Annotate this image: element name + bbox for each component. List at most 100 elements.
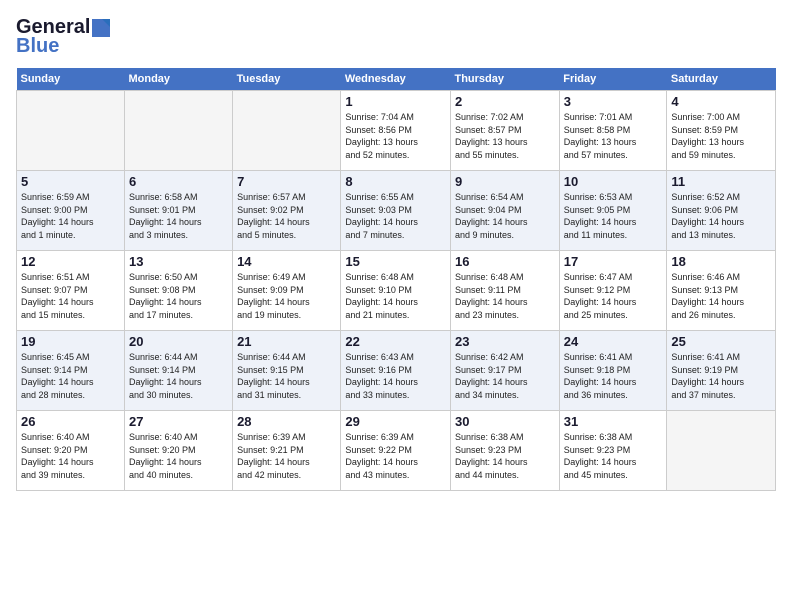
logo-blue: Blue — [16, 35, 59, 58]
weekday-row: SundayMondayTuesdayWednesdayThursdayFrid… — [17, 68, 776, 91]
calendar-cell: 24 Sunrise: 6:41 AM Sunset: 9:18 PM Dayli… — [559, 331, 667, 411]
day-info: Sunrise: 6:47 AM Sunset: 9:12 PM Dayligh… — [564, 271, 663, 321]
day-number: 16 — [455, 254, 555, 269]
day-info: Sunrise: 6:48 AM Sunset: 9:11 PM Dayligh… — [455, 271, 555, 321]
calendar-cell: 28 Sunrise: 6:39 AM Sunset: 9:21 PM Dayli… — [233, 411, 341, 491]
day-info: Sunrise: 6:51 AM Sunset: 9:07 PM Dayligh… — [21, 271, 120, 321]
day-info: Sunrise: 6:39 AM Sunset: 9:22 PM Dayligh… — [345, 431, 446, 481]
calendar-cell: 21Sunrise: 6:44 AM Sunset: 9:15 PM Dayli… — [233, 331, 341, 411]
day-info: Sunrise: 6:48 AM Sunset: 9:10 PM Dayligh… — [345, 271, 446, 321]
day-number: 28 — [237, 414, 336, 429]
day-number: 5 — [21, 174, 120, 189]
day-number: 19 — [21, 334, 120, 349]
logo-icon — [92, 19, 110, 37]
day-info: Sunrise: 6:50 AM Sunset: 9:08 PM Dayligh… — [129, 271, 228, 321]
calendar-week-row: 5Sunrise: 6:59 AM Sunset: 9:00 PM Daylig… — [17, 171, 776, 251]
calendar-week-row: 19 Sunrise: 6:45 AM Sunset: 9:14 PM Dayli… — [17, 331, 776, 411]
day-info: Sunrise: 6:44 AM Sunset: 9:14 PM Dayligh… — [129, 351, 228, 401]
day-info: Sunrise: 7:02 AM Sunset: 8:57 PM Dayligh… — [455, 111, 555, 161]
calendar-week-row: 26 Sunrise: 6:40 AM Sunset: 9:20 PM Dayli… — [17, 411, 776, 491]
day-number: 3 — [564, 94, 663, 109]
day-number: 26 — [21, 414, 120, 429]
day-number: 30 — [455, 414, 555, 429]
calendar-cell: 26Sunrise: 6:40 AM Sunset: 9:20 PM Dayli… — [17, 411, 125, 491]
weekday-header: Monday — [124, 68, 232, 91]
calendar-cell — [667, 411, 776, 491]
calendar-header: SundayMondayTuesdayWednesdayThursdayFrid… — [17, 68, 776, 91]
day-info: Sunrise: 6:58 AM Sunset: 9:01 PM Dayligh… — [129, 191, 228, 241]
calendar-cell: 6 Sunrise: 6:58 AM Sunset: 9:01 PM Daylig… — [124, 171, 232, 251]
day-number: 14 — [237, 254, 336, 269]
day-number: 23 — [455, 334, 555, 349]
calendar-cell: 22 Sunrise: 6:43 AM Sunset: 9:16 PM Dayli… — [341, 331, 451, 411]
day-number: 27 — [129, 414, 228, 429]
weekday-header: Thursday — [450, 68, 559, 91]
calendar-cell: 31 Sunrise: 6:38 AM Sunset: 9:23 PM Dayli… — [559, 411, 667, 491]
day-info: Sunrise: 6:53 AM Sunset: 9:05 PM Dayligh… — [564, 191, 663, 241]
day-number: 31 — [564, 414, 663, 429]
day-info: Sunrise: 6:44 AM Sunset: 9:15 PM Dayligh… — [237, 351, 336, 401]
calendar-cell: 14 Sunrise: 6:49 AM Sunset: 9:09 PM Dayli… — [233, 251, 341, 331]
calendar-cell: 18 Sunrise: 6:46 AM Sunset: 9:13 PM Dayli… — [667, 251, 776, 331]
calendar-cell: 3Sunrise: 7:01 AM Sunset: 8:58 PM Daylig… — [559, 91, 667, 171]
calendar-cell — [233, 91, 341, 171]
calendar-cell: 20Sunrise: 6:44 AM Sunset: 9:14 PM Dayli… — [124, 331, 232, 411]
day-number: 4 — [671, 94, 771, 109]
day-info: Sunrise: 6:52 AM Sunset: 9:06 PM Dayligh… — [671, 191, 771, 241]
calendar-cell: 2 Sunrise: 7:02 AM Sunset: 8:57 PM Daylig… — [450, 91, 559, 171]
calendar-cell — [17, 91, 125, 171]
calendar-cell: 16 Sunrise: 6:48 AM Sunset: 9:11 PM Dayli… — [450, 251, 559, 331]
day-info: Sunrise: 6:39 AM Sunset: 9:21 PM Dayligh… — [237, 431, 336, 481]
day-number: 12 — [21, 254, 120, 269]
day-info: Sunrise: 6:45 AM Sunset: 9:14 PM Dayligh… — [21, 351, 120, 401]
calendar-cell: 27 Sunrise: 6:40 AM Sunset: 9:20 PM Dayli… — [124, 411, 232, 491]
day-info: Sunrise: 6:54 AM Sunset: 9:04 PM Dayligh… — [455, 191, 555, 241]
day-info: Sunrise: 6:55 AM Sunset: 9:03 PM Dayligh… — [345, 191, 446, 241]
calendar-cell — [124, 91, 232, 171]
day-info: Sunrise: 6:42 AM Sunset: 9:17 PM Dayligh… — [455, 351, 555, 401]
day-number: 18 — [671, 254, 771, 269]
day-info: Sunrise: 6:57 AM Sunset: 9:02 PM Dayligh… — [237, 191, 336, 241]
logo: General Blue — [16, 16, 110, 58]
day-number: 13 — [129, 254, 228, 269]
day-info: Sunrise: 7:04 AM Sunset: 8:56 PM Dayligh… — [345, 111, 446, 161]
calendar-cell: 13 Sunrise: 6:50 AM Sunset: 9:08 PM Dayli… — [124, 251, 232, 331]
day-number: 6 — [129, 174, 228, 189]
day-info: Sunrise: 6:46 AM Sunset: 9:13 PM Dayligh… — [671, 271, 771, 321]
calendar-table: SundayMondayTuesdayWednesdayThursdayFrid… — [16, 68, 776, 491]
day-info: Sunrise: 6:38 AM Sunset: 9:23 PM Dayligh… — [455, 431, 555, 481]
weekday-header: Friday — [559, 68, 667, 91]
weekday-header: Sunday — [17, 68, 125, 91]
day-number: 24 — [564, 334, 663, 349]
day-info: Sunrise: 6:49 AM Sunset: 9:09 PM Dayligh… — [237, 271, 336, 321]
day-number: 9 — [455, 174, 555, 189]
calendar-cell: 30 Sunrise: 6:38 AM Sunset: 9:23 PM Dayli… — [450, 411, 559, 491]
day-number: 29 — [345, 414, 446, 429]
day-number: 7 — [237, 174, 336, 189]
day-info: Sunrise: 6:43 AM Sunset: 9:16 PM Dayligh… — [345, 351, 446, 401]
day-number: 22 — [345, 334, 446, 349]
calendar-body: 1Sunrise: 7:04 AM Sunset: 8:56 PM Daylig… — [17, 91, 776, 491]
day-number: 17 — [564, 254, 663, 269]
calendar-cell: 5Sunrise: 6:59 AM Sunset: 9:00 PM Daylig… — [17, 171, 125, 251]
day-info: Sunrise: 6:41 AM Sunset: 9:18 PM Dayligh… — [564, 351, 663, 401]
day-number: 11 — [671, 174, 771, 189]
weekday-header: Tuesday — [233, 68, 341, 91]
calendar-cell: 7 Sunrise: 6:57 AM Sunset: 9:02 PM Daylig… — [233, 171, 341, 251]
weekday-header: Wednesday — [341, 68, 451, 91]
calendar-cell: 8Sunrise: 6:55 AM Sunset: 9:03 PM Daylig… — [341, 171, 451, 251]
calendar-cell: 10Sunrise: 6:53 AM Sunset: 9:05 PM Dayli… — [559, 171, 667, 251]
day-number: 2 — [455, 94, 555, 109]
day-info: Sunrise: 6:38 AM Sunset: 9:23 PM Dayligh… — [564, 431, 663, 481]
calendar-cell: 1Sunrise: 7:04 AM Sunset: 8:56 PM Daylig… — [341, 91, 451, 171]
weekday-header: Saturday — [667, 68, 776, 91]
calendar-cell: 4 Sunrise: 7:00 AM Sunset: 8:59 PM Daylig… — [667, 91, 776, 171]
calendar-cell: 23 Sunrise: 6:42 AM Sunset: 9:17 PM Dayli… — [450, 331, 559, 411]
calendar-week-row: 1Sunrise: 7:04 AM Sunset: 8:56 PM Daylig… — [17, 91, 776, 171]
day-number: 25 — [671, 334, 771, 349]
day-info: Sunrise: 7:00 AM Sunset: 8:59 PM Dayligh… — [671, 111, 771, 161]
day-info: Sunrise: 6:40 AM Sunset: 9:20 PM Dayligh… — [129, 431, 228, 481]
calendar-cell: 29 Sunrise: 6:39 AM Sunset: 9:22 PM Dayli… — [341, 411, 451, 491]
calendar-cell: 15Sunrise: 6:48 AM Sunset: 9:10 PM Dayli… — [341, 251, 451, 331]
calendar-cell: 11 Sunrise: 6:52 AM Sunset: 9:06 PM Dayli… — [667, 171, 776, 251]
